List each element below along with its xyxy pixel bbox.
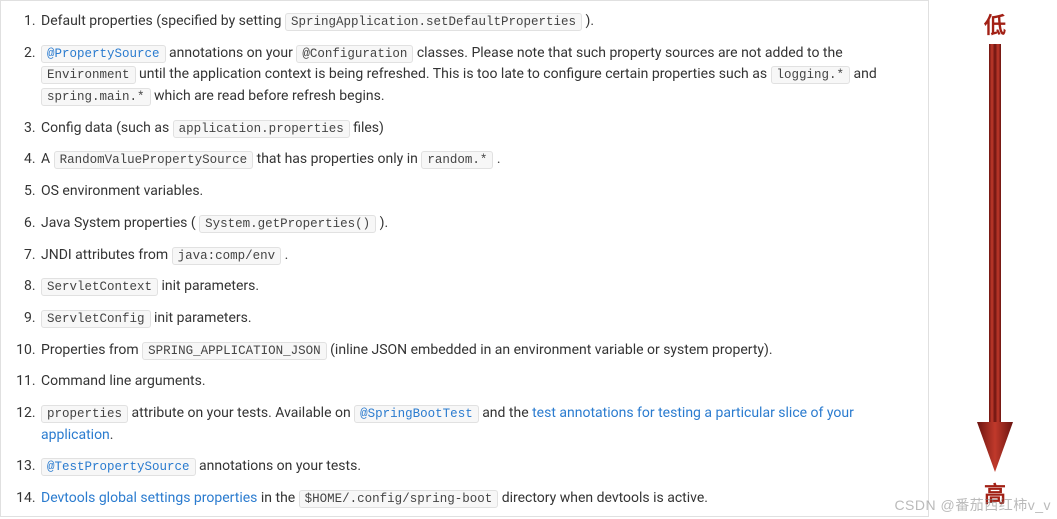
list-item: Devtools global settings properties in t…	[39, 488, 918, 510]
text: Properties from	[41, 342, 142, 358]
priority-arrow-area: 低 高	[940, 0, 1050, 519]
code-inline: logging.*	[771, 66, 851, 84]
list-item: properties attribute on your tests. Avai…	[39, 403, 918, 446]
code-inline: random.*	[421, 151, 493, 169]
text: that has properties only in	[257, 151, 422, 167]
code-inline[interactable]: @TestPropertySource	[41, 458, 196, 476]
text: .	[497, 151, 501, 167]
text: A	[41, 151, 54, 167]
text: Command line arguments.	[41, 373, 206, 389]
list-item: ServletConfig init parameters.	[39, 308, 918, 330]
text: in the	[261, 490, 299, 506]
text: ).	[380, 215, 389, 231]
code-inline: ServletContext	[41, 278, 158, 296]
code-inline[interactable]: @SpringBootTest	[354, 405, 479, 423]
list-item: Default properties (specified by setting…	[39, 11, 918, 33]
code-inline: application.properties	[173, 120, 350, 138]
text: until the application context is being r…	[139, 66, 771, 82]
code-inline: SPRING_APPLICATION_JSON	[142, 342, 327, 360]
text: and	[854, 66, 877, 82]
list-item: Config data (such as application.propert…	[39, 118, 918, 140]
code-inline: ServletConfig	[41, 310, 151, 328]
text: ).	[585, 13, 594, 29]
text: attribute on your tests. Available on	[132, 405, 355, 421]
list-item: A RandomValuePropertySource that has pro…	[39, 149, 918, 171]
text: (inline JSON embedded in an environment …	[330, 342, 772, 358]
code-inline: Environment	[41, 66, 136, 84]
text: Config data (such as	[41, 120, 173, 136]
code-inline: java:comp/env	[172, 247, 282, 265]
text: OS environment variables.	[41, 183, 203, 199]
code-inline: @Configuration	[296, 45, 413, 63]
text: Default properties (specified by setting	[41, 13, 285, 29]
code-inline: $HOME/.config/spring-boot	[299, 490, 499, 508]
code-inline: SpringApplication.setDefaultProperties	[285, 13, 582, 31]
code-inline: RandomValuePropertySource	[54, 151, 254, 169]
text: .	[285, 247, 289, 263]
list-item: OS environment variables.	[39, 181, 918, 203]
text: which are read before refresh begins.	[154, 88, 385, 104]
list-item: Java System properties ( System.getPrope…	[39, 213, 918, 235]
code-inline: System.getProperties()	[199, 215, 376, 233]
priority-label-high: 高	[940, 477, 1050, 509]
text: init parameters.	[162, 278, 260, 294]
property-source-list: Default properties (specified by setting…	[11, 11, 918, 510]
doc-panel: Default properties (specified by setting…	[0, 0, 929, 517]
text: annotations on your tests.	[199, 458, 361, 474]
code-inline[interactable]: @PropertySource	[41, 45, 166, 63]
text: annotations on your	[169, 45, 296, 61]
list-item: ServletContext init parameters.	[39, 276, 918, 298]
text: JNDI attributes from	[41, 247, 172, 263]
list-item: @TestPropertySource annotations on your …	[39, 456, 918, 478]
arrow-down-icon	[974, 44, 1016, 474]
text: init parameters.	[154, 310, 252, 326]
text: directory when devtools is active.	[502, 490, 708, 506]
text: Java System properties (	[41, 215, 199, 231]
list-item: Properties from SPRING_APPLICATION_JSON …	[39, 340, 918, 362]
priority-label-low: 低	[940, 8, 1050, 40]
list-item: @PropertySource annotations on your @Con…	[39, 43, 918, 108]
code-inline: properties	[41, 405, 128, 423]
text: classes. Please note that such property …	[417, 45, 843, 61]
list-item: JNDI attributes from java:comp/env .	[39, 245, 918, 267]
text: files)	[353, 120, 384, 136]
list-item: Command line arguments.	[39, 371, 918, 393]
code-inline: spring.main.*	[41, 88, 151, 106]
text: and the	[482, 405, 532, 421]
text: .	[110, 427, 114, 443]
doc-link[interactable]: Devtools global settings properties	[41, 490, 257, 506]
